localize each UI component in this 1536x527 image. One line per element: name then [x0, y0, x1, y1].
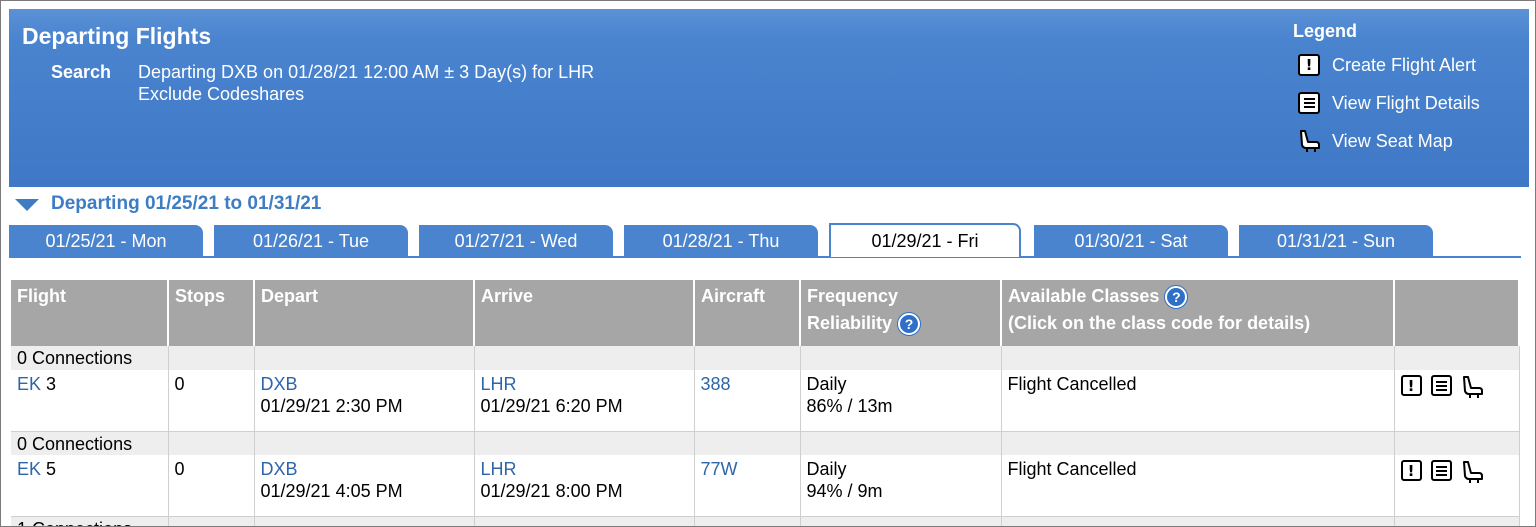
connections-row: 0 Connections [11, 346, 1520, 370]
alert-icon[interactable]: ! [1400, 460, 1422, 481]
frequency-label: Frequency [807, 286, 899, 306]
flight-number: 5 [46, 459, 57, 479]
aircraft-cell: 388 [694, 370, 801, 431]
connections-row: 0 Connections [11, 431, 1520, 455]
frequency-value: Daily [806, 374, 847, 394]
aircraft-link[interactable]: 388 [701, 374, 731, 394]
arrive-time: 01/29/21 6:20 PM [480, 396, 623, 416]
date-range-toggle[interactable]: Departing 01/25/21 to 01/31/21 [15, 193, 321, 215]
column-header-arrive: Arrive [474, 280, 695, 346]
tab-01-29-fri[interactable]: 01/29/21 - Fri [829, 223, 1021, 257]
search-criteria: Departing DXB on 01/28/21 12:00 AM ± 3 D… [138, 62, 595, 82]
legend-item-create-alert: ! Create Flight Alert [1297, 52, 1476, 78]
page-frame: Departing Flights Search Departing DXB o… [0, 0, 1536, 527]
actions-cell: ! [1394, 370, 1520, 431]
actions-cell: ! [1394, 455, 1520, 516]
classes-note: (Click on the class code for details) [1008, 313, 1311, 333]
seat-icon[interactable] [1461, 375, 1483, 399]
legend-title: Legend [1293, 21, 1358, 41]
table-row: EK 3 0 DXB 01/29/21 2:30 PM LHR 01/29/21… [11, 370, 1520, 431]
alert-icon[interactable]: ! [1400, 375, 1422, 396]
flights-table: Flight Stops Depart Arrive Aircraft Freq… [11, 280, 1520, 526]
airline-link[interactable]: EK [17, 374, 41, 394]
depart-cell: DXB 01/29/21 2:30 PM [254, 370, 475, 431]
classes-cell: Flight Cancelled [1001, 455, 1395, 516]
depart-airport-link[interactable]: DXB [261, 373, 469, 395]
column-header-stops: Stops [168, 280, 255, 346]
column-header-actions [1394, 280, 1520, 346]
tab-01-27-wed[interactable]: 01/27/21 - Wed [419, 225, 613, 257]
legend-label: View Seat Map [1332, 130, 1453, 151]
depart-time: 01/29/21 4:05 PM [260, 481, 403, 501]
tab-01-30-sat[interactable]: 01/30/21 - Sat [1034, 225, 1228, 257]
arrive-time: 01/29/21 8:00 PM [480, 481, 623, 501]
seat-icon [1297, 129, 1321, 153]
depart-time: 01/29/21 2:30 PM [260, 396, 403, 416]
classes-help-icon[interactable]: ? [1165, 286, 1188, 309]
reliability-help-icon[interactable]: ? [898, 313, 921, 336]
connections-row: 1 Connections [11, 516, 1520, 526]
legend-label: View Flight Details [1332, 92, 1480, 113]
legend-item-seat-map: View Seat Map [1297, 128, 1453, 154]
depart-cell: DXB 01/29/21 4:05 PM [254, 455, 475, 516]
flight-cell: EK 3 [11, 370, 169, 431]
column-header-depart: Depart [254, 280, 475, 346]
aircraft-cell: 77W [694, 455, 801, 516]
tab-01-28-thu[interactable]: 01/28/21 - Thu [624, 225, 818, 257]
stops-cell: 0 [168, 370, 255, 431]
reliability-value: 86% / 13m [806, 396, 893, 416]
legend-label: Create Flight Alert [1332, 54, 1477, 75]
table-row: EK 5 0 DXB 01/29/21 4:05 PM LHR 01/29/21… [11, 455, 1520, 516]
search-header-panel: Departing Flights Search Departing DXB o… [9, 9, 1529, 187]
arrive-airport-link[interactable]: LHR [481, 373, 689, 395]
alert-icon: ! [1297, 53, 1321, 77]
date-range-title: Departing 01/25/21 to 01/31/21 [51, 193, 322, 214]
stops-cell: 0 [168, 455, 255, 516]
arrive-airport-link[interactable]: LHR [481, 458, 689, 480]
tab-01-31-sun[interactable]: 01/31/21 - Sun [1239, 225, 1433, 257]
arrive-cell: LHR 01/29/21 6:20 PM [474, 370, 695, 431]
page-title: Departing Flights [22, 23, 212, 49]
tab-01-25-mon[interactable]: 01/25/21 - Mon [9, 225, 203, 257]
frequency-cell: Daily 94% / 9m [800, 455, 1002, 516]
column-header-aircraft: Aircraft [694, 280, 801, 346]
search-option: Exclude Codeshares [138, 84, 305, 104]
classes-label: Available Classes [1008, 286, 1160, 306]
connections-label: 0 Connections [11, 346, 169, 370]
details-icon [1297, 91, 1321, 115]
search-label: Search [51, 62, 112, 82]
reliability-value: 94% / 9m [806, 481, 883, 501]
collapse-triangle-icon [15, 199, 39, 211]
table-header-row: Flight Stops Depart Arrive Aircraft Freq… [11, 280, 1520, 346]
reliability-label: Reliability [807, 313, 893, 333]
frequency-value: Daily [806, 459, 847, 479]
details-icon[interactable] [1430, 375, 1452, 396]
flight-number: 3 [46, 374, 57, 394]
tab-01-26-tue[interactable]: 01/26/21 - Tue [214, 225, 408, 257]
classes-cell: Flight Cancelled [1001, 370, 1395, 431]
seat-icon[interactable] [1461, 460, 1483, 484]
airline-link[interactable]: EK [17, 459, 41, 479]
column-header-classes: Available Classes? (Click on the class c… [1001, 280, 1395, 346]
connections-label: 0 Connections [11, 431, 169, 455]
flight-cell: EK 5 [11, 455, 169, 516]
details-icon[interactable] [1430, 460, 1452, 481]
column-header-flight: Flight [11, 280, 169, 346]
legend-item-flight-details: View Flight Details [1297, 90, 1480, 116]
connections-label: 1 Connections [11, 516, 169, 526]
column-header-frequency: Frequency Reliability? [800, 280, 1002, 346]
aircraft-link[interactable]: 77W [701, 459, 738, 479]
frequency-cell: Daily 86% / 13m [800, 370, 1002, 431]
arrive-cell: LHR 01/29/21 8:00 PM [474, 455, 695, 516]
depart-airport-link[interactable]: DXB [261, 458, 469, 480]
